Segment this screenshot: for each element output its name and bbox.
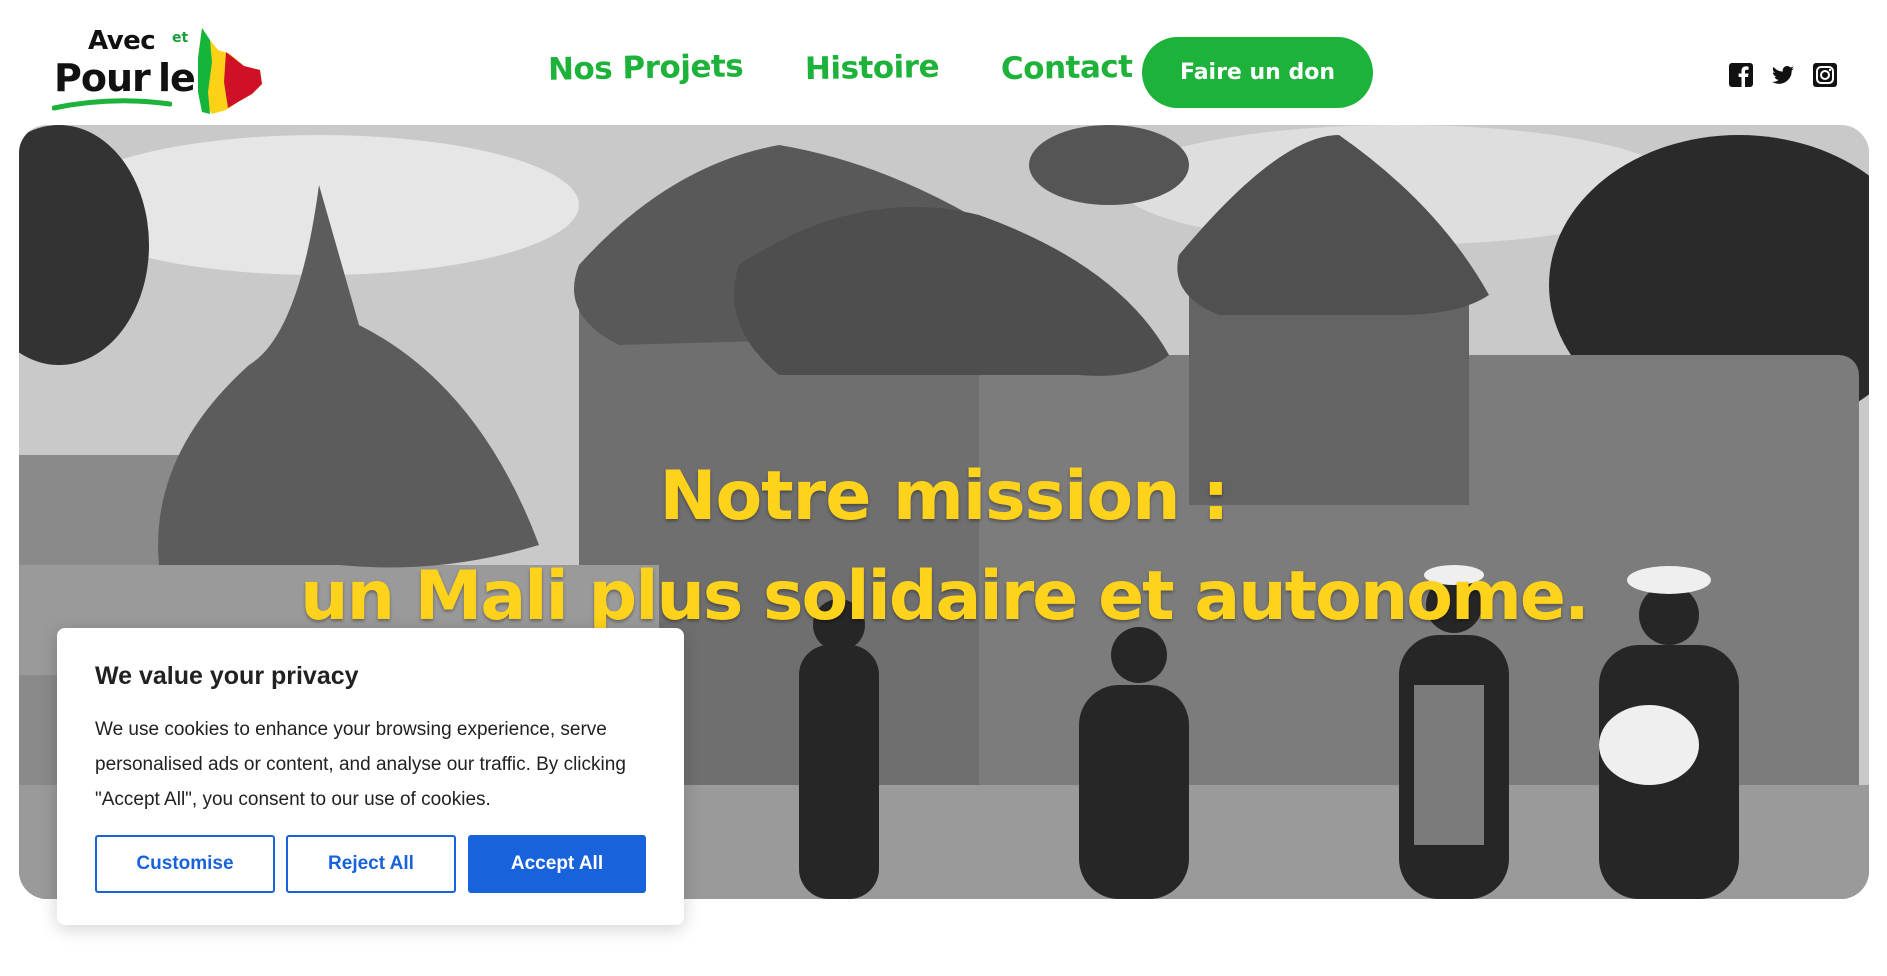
nav-item-contact[interactable]: Contact [1001, 49, 1133, 87]
reject-all-button[interactable]: Reject All [286, 835, 456, 893]
logo-word-avec: Avec [88, 26, 156, 56]
customise-button[interactable]: Customise [95, 835, 275, 893]
nav-item-nos-projets[interactable]: Nos Projets [548, 48, 744, 87]
cookie-consent-banner: We value your privacy We use cookies to … [57, 628, 684, 925]
hero-headline: Notre mission : un Mali plus solidaire e… [19, 447, 1869, 647]
facebook-icon[interactable] [1728, 62, 1754, 88]
instagram-icon[interactable] [1812, 62, 1838, 88]
cookie-banner-title: We value your privacy [95, 662, 359, 690]
site-header: Avec et Pour le Nos Projets Histoire Con… [0, 0, 1887, 125]
site-logo[interactable]: Avec et Pour le [52, 22, 264, 122]
twitter-icon[interactable] [1770, 62, 1796, 88]
logo-word-pour: Pour [54, 56, 151, 100]
cookie-banner-text: We use cookies to enhance your browsing … [95, 719, 626, 810]
hero-headline-line1: Notre mission : [659, 457, 1230, 536]
logo-word-et: et [172, 30, 189, 46]
logo-swoosh [52, 98, 172, 111]
logo-word-le: le [158, 56, 196, 100]
accept-all-button[interactable]: Accept All [468, 835, 646, 893]
main-nav: Nos Projets Histoire Contact [548, 48, 1133, 87]
nav-item-histoire[interactable]: Histoire [805, 49, 940, 87]
donate-button[interactable]: Faire un don [1142, 37, 1373, 108]
social-links [1728, 62, 1838, 88]
